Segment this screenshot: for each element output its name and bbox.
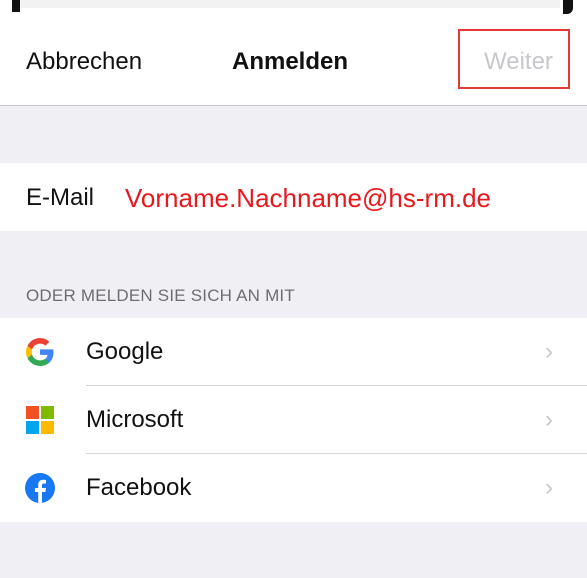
microsoft-icon: [24, 404, 56, 436]
provider-row-facebook[interactable]: Facebook ›: [0, 454, 587, 522]
google-icon: [24, 336, 56, 368]
email-label: E-Mail: [26, 184, 95, 211]
provider-label-microsoft: Microsoft: [86, 406, 184, 433]
provider-label-facebook: Facebook: [86, 474, 192, 501]
frame-corner-left: [12, 0, 20, 12]
chevron-right-icon: ›: [545, 338, 553, 365]
provider-row-google[interactable]: Google ›: [0, 318, 587, 386]
page-title: Anmelden: [232, 48, 349, 75]
email-input[interactable]: Vorname.Nachname@hs-rm.de: [125, 183, 491, 214]
frame-bar: [20, 0, 560, 8]
provider-label-google: Google: [86, 338, 164, 365]
facebook-icon: [24, 472, 56, 504]
chevron-right-icon: ›: [545, 406, 553, 433]
chevron-right-icon: ›: [545, 474, 553, 501]
next-button[interactable]: Weiter: [484, 48, 553, 76]
frame-corner-right: [563, 0, 573, 14]
device-frame-top: [0, 0, 587, 20]
provider-list: Google › Microsoft › Facebook ›: [0, 318, 587, 522]
email-field[interactable]: E-Mail Vorname.Nachname@hs-rm.de: [0, 163, 587, 231]
provider-row-microsoft[interactable]: Microsoft ›: [0, 386, 587, 454]
section-header: ODER MELDEN SIE SICH AN MIT: [26, 286, 295, 305]
navigation-bar: Abbrechen Anmelden Weiter: [0, 20, 587, 106]
cancel-button[interactable]: Abbrechen: [26, 48, 142, 76]
